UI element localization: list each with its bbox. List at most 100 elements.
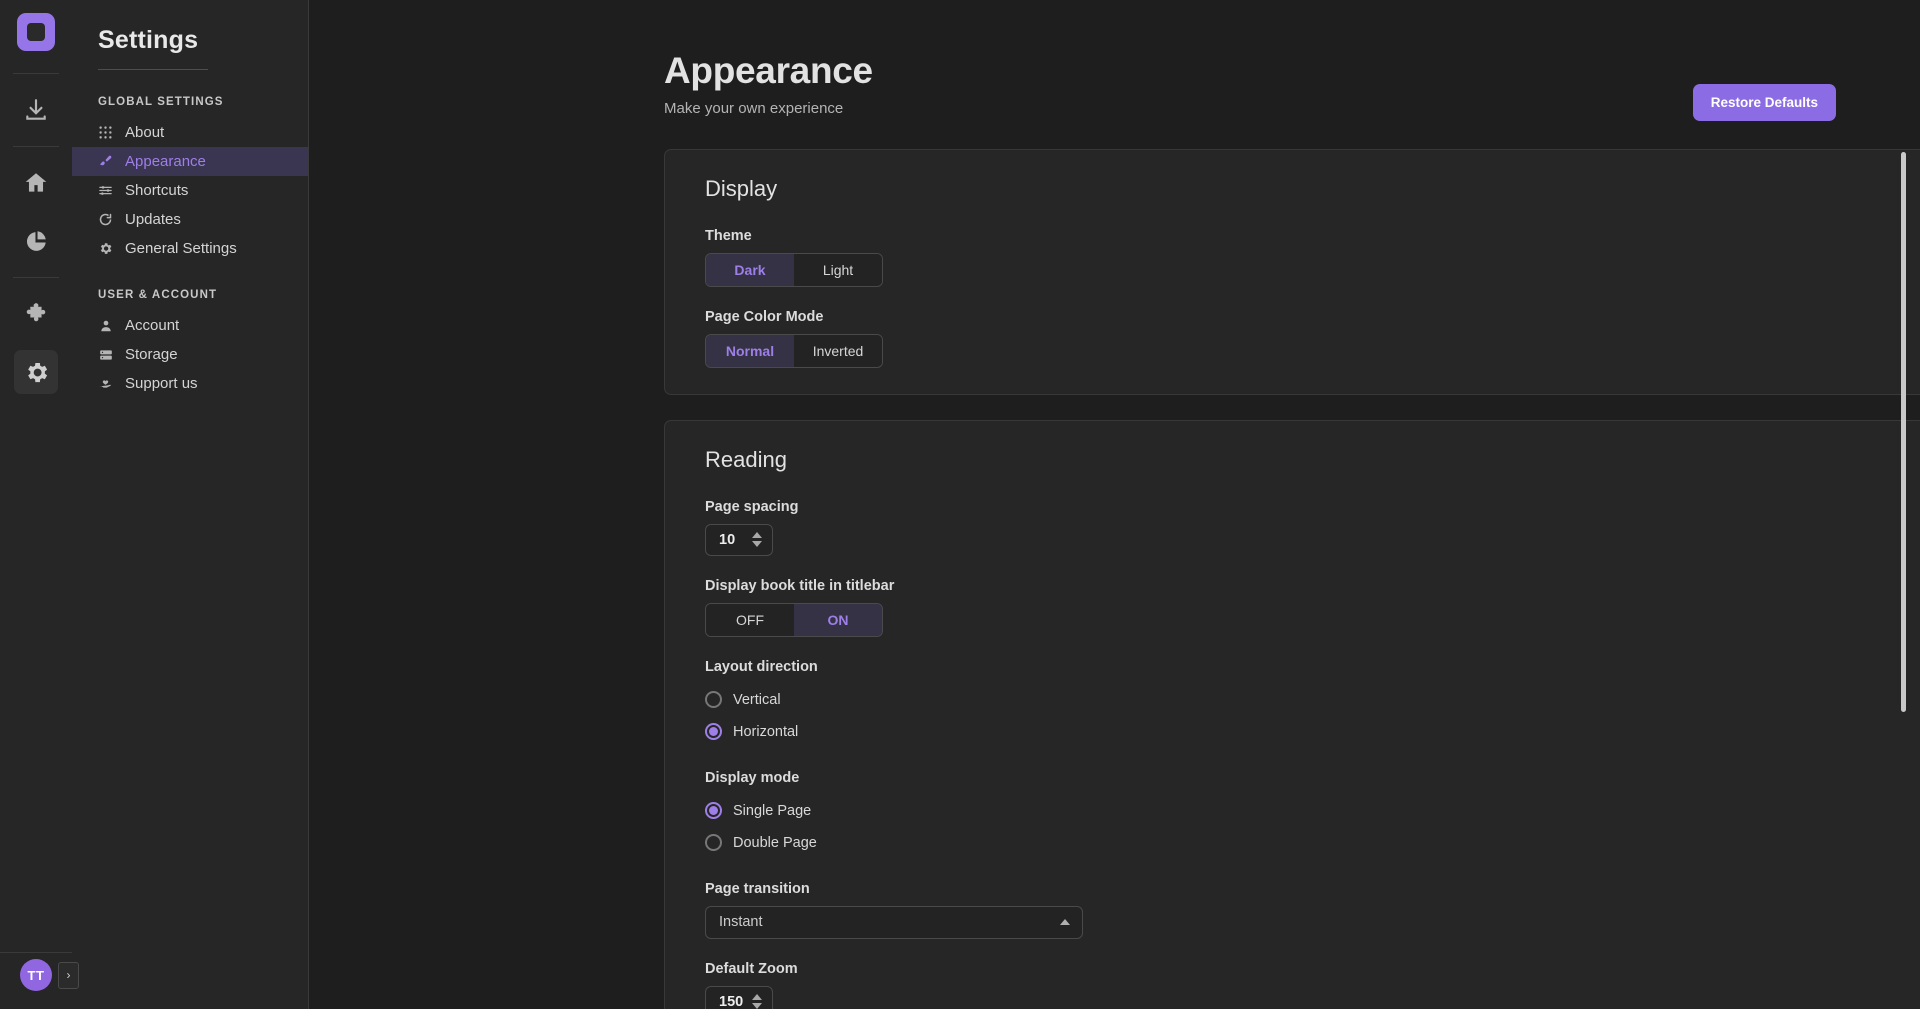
book-title-segmented-control: OFF ON [705, 603, 883, 637]
chevron-up-icon [1060, 919, 1070, 925]
sidebar-item-label: Storage [125, 346, 178, 363]
paint-brush-icon [98, 154, 113, 169]
page-transition-value: Instant [719, 914, 763, 930]
radio-icon-selected [705, 723, 722, 740]
radio-icon [705, 691, 722, 708]
sidebar-item-label: About [125, 124, 164, 141]
sidebar-item-label: General Settings [125, 240, 237, 257]
radio-icon [705, 834, 722, 851]
rail-divider-2 [13, 146, 59, 147]
reading-panel: Reading Page spacing 10 Display book tit… [664, 420, 1920, 1009]
theme-option-light[interactable]: Light [794, 254, 882, 286]
sidebar-item-shortcuts[interactable]: Shortcuts [72, 176, 308, 205]
display-mode-field: Display mode Single Page Double Page [705, 770, 1920, 859]
pie-chart-icon [24, 229, 49, 254]
rail-item-statistics[interactable] [14, 219, 58, 263]
book-title-field: Display book title in titlebar OFF ON [705, 578, 1920, 637]
page-spacing-value: 10 [719, 532, 743, 548]
page-spacing-stepper[interactable]: 10 [705, 524, 773, 556]
home-icon [23, 170, 49, 196]
rail-item-plugins[interactable] [14, 292, 58, 336]
radio-label: Double Page [733, 835, 817, 851]
book-title-option-on[interactable]: ON [794, 604, 882, 636]
rail-divider [13, 73, 59, 74]
sidebar-item-label: Support us [125, 375, 198, 392]
sidebar-item-label: Updates [125, 211, 181, 228]
user-icon [98, 319, 113, 333]
page-color-mode-field: Page Color Mode Normal Inverted [705, 309, 1920, 368]
stepper-arrows-icon[interactable] [752, 532, 762, 547]
layout-direction-option-vertical[interactable]: Vertical [705, 684, 1920, 716]
puzzle-icon [23, 301, 50, 328]
grid-dots-icon [98, 126, 113, 139]
layout-direction-label: Layout direction [705, 659, 1920, 675]
display-panel: Display Theme Dark Light Page Color Mode… [664, 149, 1920, 395]
page-transition-label: Page transition [705, 881, 1920, 897]
display-mode-option-double-page[interactable]: Double Page [705, 827, 1920, 859]
radio-label: Horizontal [733, 724, 798, 740]
reading-section-title: Reading [705, 447, 1920, 473]
avatar[interactable]: TT [20, 959, 52, 991]
display-section-title: Display [705, 176, 1920, 202]
page-header: Appearance Make your own experience Rest… [309, 0, 1920, 117]
color-mode-option-normal[interactable]: Normal [706, 335, 794, 367]
settings-panels: Display Theme Dark Light Page Color Mode… [309, 117, 1920, 1009]
hand-heart-icon [98, 376, 113, 391]
page-transition-select[interactable]: Instant [705, 906, 1083, 939]
stepper-arrows-icon[interactable] [752, 994, 762, 1009]
default-zoom-value: 150 [719, 994, 743, 1009]
rail-bottom-divider [0, 952, 72, 953]
settings-window: TT › Settings GLOBAL SETTINGS About Appe… [0, 0, 1920, 1009]
sidebar-item-label: Appearance [125, 153, 206, 170]
settings-sidebar: Settings GLOBAL SETTINGS About Appearanc… [72, 0, 309, 1009]
sidebar-title: Settings [72, 0, 308, 55]
layout-direction-field: Layout direction Vertical Horizontal [705, 659, 1920, 748]
rail-item-settings[interactable] [14, 350, 58, 394]
rail-item-downloads[interactable] [14, 88, 58, 132]
theme-segmented-control: Dark Light [705, 253, 883, 287]
theme-label: Theme [705, 228, 1920, 244]
page-spacing-field: Page spacing 10 [705, 499, 1920, 556]
default-zoom-stepper[interactable]: 150 [705, 986, 773, 1009]
radio-label: Single Page [733, 803, 811, 819]
sidebar-group-user: USER & ACCOUNT [72, 263, 308, 311]
theme-field: Theme Dark Light [705, 228, 1920, 287]
book-title-label: Display book title in titlebar [705, 578, 1920, 594]
main-content: Appearance Make your own experience Rest… [309, 0, 1920, 1009]
sliders-icon [98, 183, 113, 198]
display-mode-label: Display mode [705, 770, 1920, 786]
gear-icon [23, 359, 50, 386]
sidebar-item-label: Account [125, 317, 179, 334]
download-icon [23, 97, 49, 123]
chevron-right-icon[interactable]: › [58, 962, 79, 989]
sidebar-item-about[interactable]: About [72, 118, 308, 147]
page-color-mode-segmented-control: Normal Inverted [705, 334, 883, 368]
color-mode-option-inverted[interactable]: Inverted [794, 335, 882, 367]
vertical-scrollbar[interactable] [1901, 152, 1906, 712]
sidebar-group-global: GLOBAL SETTINGS [72, 70, 308, 118]
icon-rail: TT › [0, 0, 72, 1009]
refresh-icon [98, 212, 113, 227]
page-transition-field: Page transition Instant [705, 881, 1920, 939]
layout-direction-option-horizontal[interactable]: Horizontal [705, 716, 1920, 748]
rail-item-home[interactable] [14, 161, 58, 205]
gear-icon [98, 241, 113, 256]
logo-inner-square [27, 23, 45, 41]
sidebar-item-general-settings[interactable]: General Settings [72, 234, 308, 263]
default-zoom-label: Default Zoom [705, 961, 1920, 977]
page-spacing-label: Page spacing [705, 499, 1920, 515]
rail-divider-3 [13, 277, 59, 278]
book-title-option-off[interactable]: OFF [706, 604, 794, 636]
sidebar-item-updates[interactable]: Updates [72, 205, 308, 234]
sidebar-item-storage[interactable]: Storage [72, 340, 308, 369]
sidebar-item-appearance[interactable]: Appearance [72, 147, 308, 176]
radio-label: Vertical [733, 692, 781, 708]
display-mode-option-single-page[interactable]: Single Page [705, 795, 1920, 827]
restore-defaults-button[interactable]: Restore Defaults [1693, 84, 1836, 121]
theme-option-dark[interactable]: Dark [706, 254, 794, 286]
sidebar-item-account[interactable]: Account [72, 311, 308, 340]
sidebar-item-label: Shortcuts [125, 182, 188, 199]
sidebar-item-support-us[interactable]: Support us [72, 369, 308, 398]
app-logo-icon[interactable] [17, 13, 55, 51]
default-zoom-field: Default Zoom 150 [705, 961, 1920, 1009]
